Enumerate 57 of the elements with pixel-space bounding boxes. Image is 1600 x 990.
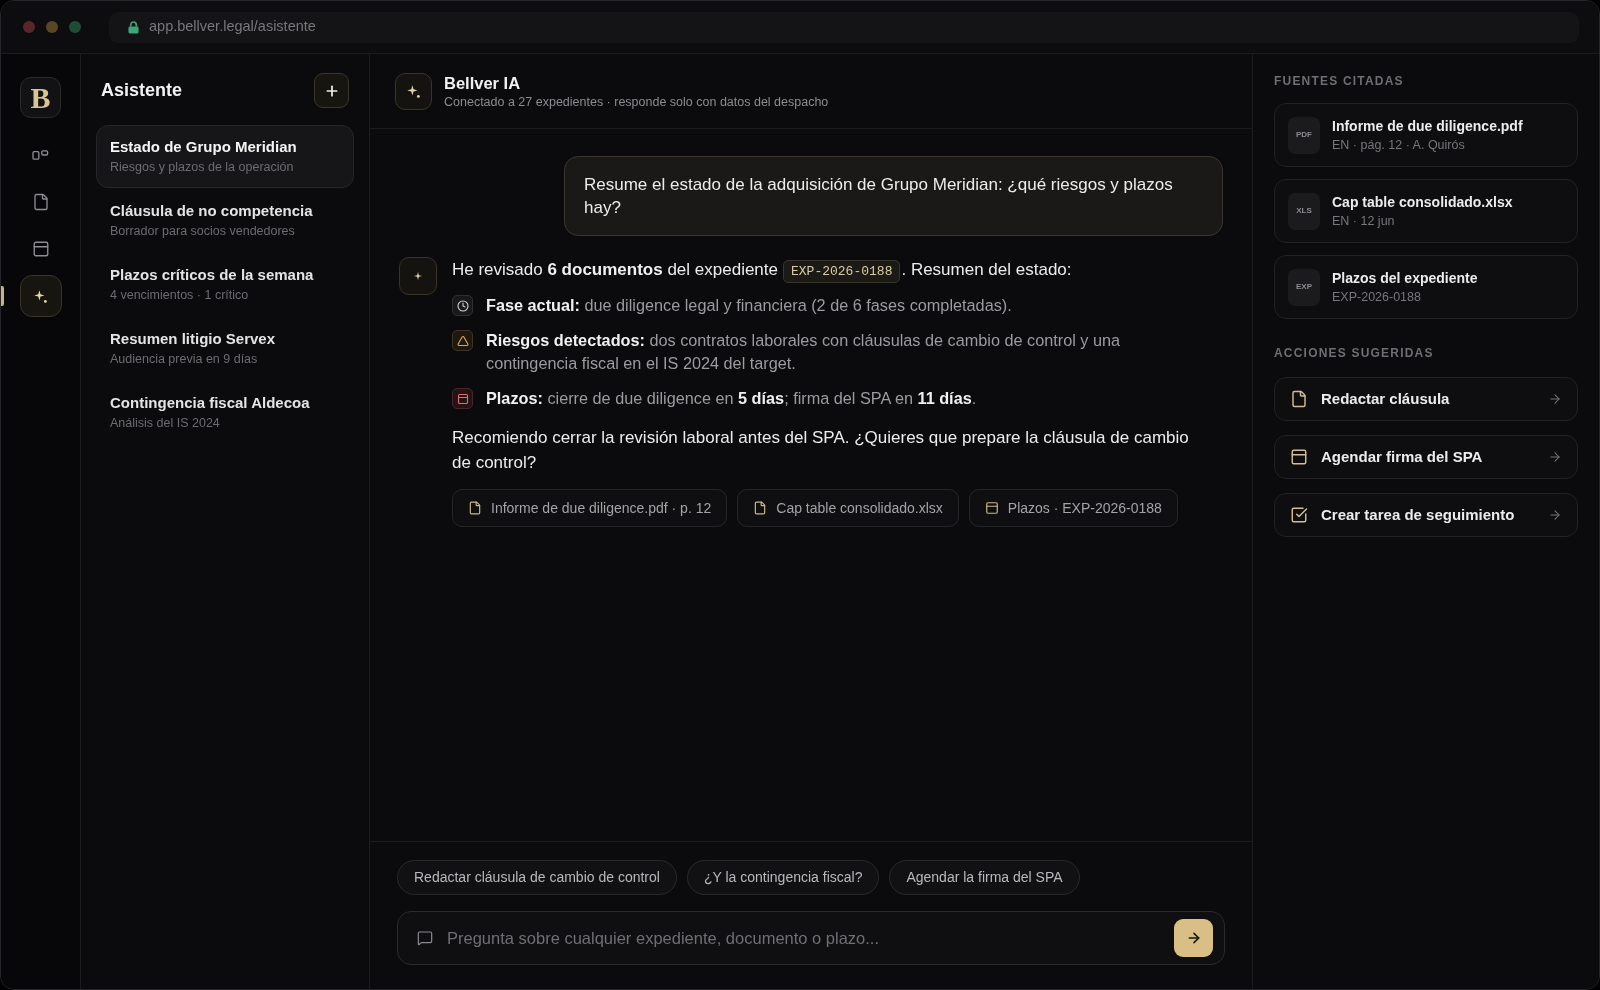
file-icon [468,501,482,515]
logo: B [20,77,61,118]
active-indicator [1,286,4,306]
lock-icon [128,20,139,34]
message-icon [417,930,433,946]
conversation-item[interactable]: Contingencia fiscal Aldecoa Análisis del IS 2024 [96,381,354,444]
section-heading: ACCIONES SUGERIDAS [1274,346,1435,360]
sparkle-icon [34,289,47,303]
check-square-icon [1290,506,1308,524]
file-icon [1290,390,1308,408]
message-box[interactable]: Pregunta sobre cualquier expediente, documento o plazo... [397,911,1225,965]
source-chip[interactable]: Cap table consolidado.xlsx [737,489,959,527]
message-text: Recomiendo cerrar la revisión laboral antes del SPA. ¿Quieres que prepare la cláusula de cambio de control? [452,427,1190,474]
window-icon [452,388,473,409]
message-text: He revisado 6 documentos del expediente EXP-2026-0188 . Resumen del estado: [452,257,1202,283]
conversation-item[interactable]: Estado de Grupo Meridian Riesgos y plazos de la operación [96,125,354,188]
conversation-item[interactable]: Cláusula de no competencia Borrador para socios vendedores [96,189,354,252]
clock-icon [452,295,473,316]
conversation-item[interactable]: Plazos críticos de la semana 4 vencimientos · 1 crítico [96,253,354,316]
window-icon [1290,448,1308,466]
suggestion-button[interactable]: Agendar la firma del SPA [889,860,1080,895]
source-card[interactable]: EXP Plazos del expediente EXP-2026-0188 [1274,255,1578,319]
source-card[interactable]: XLS Cap table consolidado.xlsx EN · 12 jun [1274,179,1578,243]
window-icon [984,501,999,515]
sparkle-icon [399,257,437,295]
file-type-label: EXP [1288,268,1320,306]
section-heading: FUENTES CITADAS [1274,74,1405,88]
source-chip[interactable]: Plazos · EXP-2026-0188 [968,489,1178,527]
action-button[interactable]: Crear tarea de seguimiento [1274,493,1578,537]
conversation-item[interactable]: Resumen litigio Servex Audiencia previa en 9 días [96,317,354,380]
address-bar[interactable]: app.bellver.legal/asistente [109,11,1579,43]
window-minimize-icon[interactable] [46,21,58,33]
file-icon [31,193,50,211]
file-icon [753,501,768,515]
message-input[interactable]: Pregunta sobre cualquier expediente, documento o plazo... [447,919,1160,957]
source-card[interactable]: PDF Informe de due diligence.pdf EN · pág. 12 · A. Quirós [1274,103,1578,167]
action-button[interactable]: Redactar cláusula [1274,377,1578,421]
sidebar-title: Asistente [101,79,183,102]
file-type-label: XLS [1288,192,1320,230]
action-button[interactable]: Agendar firma del SPA [1274,435,1578,479]
grid-icon [32,150,49,160]
message-point: Fase actual: due diligence legal y financiera (2 de 6 fases completadas). [486,295,1012,316]
suggestion-button[interactable]: ¿Y la contingencia fiscal? [686,860,880,895]
file-type-label: PDF [1288,116,1320,154]
user-message: Resume el estado de la adquisición de Grupo Meridian: ¿qué riesgos y plazos hay? [564,156,1223,236]
chat-title: Bellver IA [444,72,522,94]
new-chat-button[interactable] [314,73,349,108]
message-point: Plazos: cierre de due diligence en 5 días; firma del SPA en 11 días. [486,388,977,409]
window-icon [31,240,50,258]
window-zoom-icon[interactable] [69,21,81,33]
chat-subtitle: Conectado a 27 expedientes · responde solo con datos del despacho [444,93,829,111]
message-point: Riesgos detectados: dos contratos laborales con cláusulas de cambio de control y una contingencia fiscal en el IS 2024 del target. [486,330,1122,374]
suggestion-button[interactable]: Redactar cláusula de cambio de control [397,860,677,895]
warning-icon [452,330,473,351]
sparkle-icon [395,72,432,110]
source-chip[interactable]: Informe de due diligence.pdf · p. 12 [452,489,728,527]
send-button[interactable] [1174,919,1213,957]
